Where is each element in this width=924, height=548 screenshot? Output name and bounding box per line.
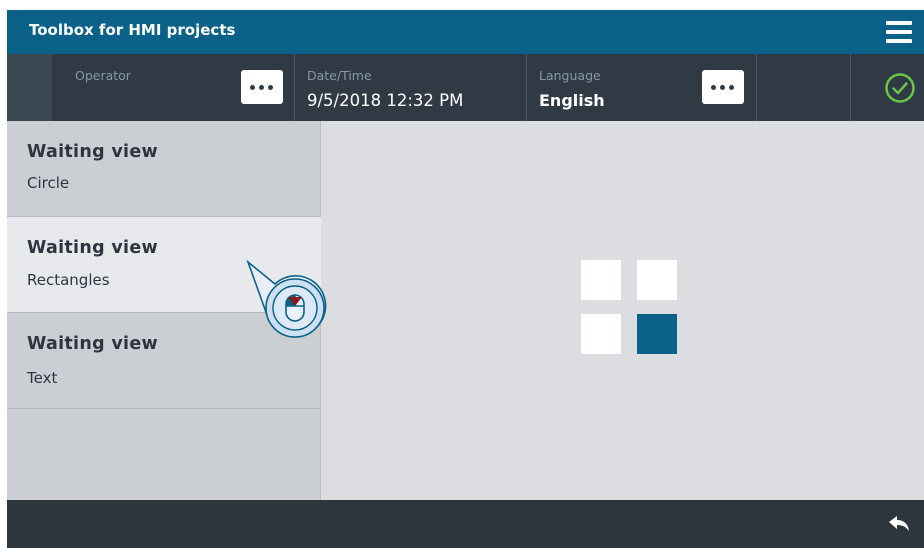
side-item-title: Waiting view <box>27 238 158 258</box>
datetime-label: Date/Time <box>307 68 372 83</box>
side-item-subtitle: Circle <box>27 174 70 192</box>
check-circle-icon <box>885 73 915 103</box>
app-title: Toolbox for HMI projects <box>29 21 236 39</box>
header-left-block <box>7 54 52 121</box>
waiting-view-preview <box>321 121 924 500</box>
waiting-square-active <box>637 314 677 354</box>
waiting-square <box>581 314 621 354</box>
header-divider <box>294 54 295 121</box>
side-item-title: Waiting view <box>27 142 158 162</box>
language-label: Language <box>539 68 601 83</box>
side-item-subtitle: Text <box>27 369 58 387</box>
side-item-subtitle: Rectangles <box>27 271 110 289</box>
waiting-square <box>581 260 621 300</box>
header-divider <box>850 54 851 121</box>
hmi-window: Toolbox for HMI projects Operator Date/T… <box>7 10 924 548</box>
waiting-square <box>637 260 677 300</box>
operator-more-button[interactable] <box>241 70 283 104</box>
hamburger-menu-icon[interactable] <box>886 21 912 43</box>
header-bar: Operator Date/Time 9/5/2018 12:32 PM Lan… <box>7 54 924 121</box>
language-more-button[interactable] <box>702 70 744 104</box>
header-divider <box>756 54 757 121</box>
mouse-click-indicator-icon <box>246 260 327 338</box>
datetime-value: 9/5/2018 12:32 PM <box>307 91 464 110</box>
footer-bar <box>7 500 924 548</box>
operator-label: Operator <box>75 68 131 83</box>
header-divider <box>526 54 527 121</box>
title-bar: Toolbox for HMI projects <box>7 10 924 54</box>
back-arrow-icon[interactable] <box>888 515 910 533</box>
language-value: English <box>539 91 605 110</box>
side-item-title: Waiting view <box>27 334 158 354</box>
side-item-circle[interactable]: Waiting view Circle <box>7 121 320 217</box>
